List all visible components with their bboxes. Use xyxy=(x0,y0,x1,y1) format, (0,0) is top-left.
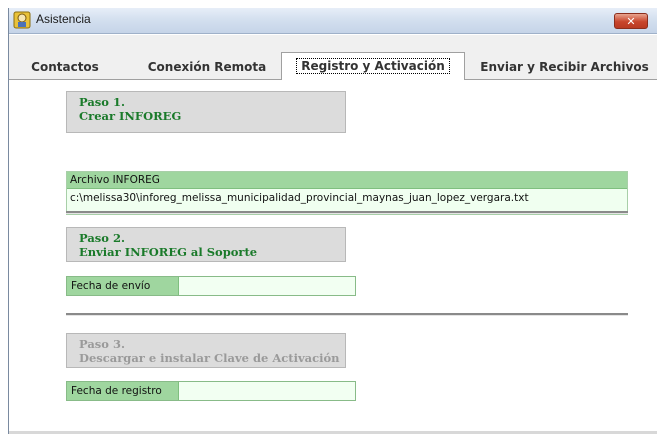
step1-title: Crear INFOREG xyxy=(79,109,182,123)
fecha-envio-field: Fecha de envío xyxy=(66,276,356,296)
step3-button[interactable]: Paso 3. Descargar e instalar Clave de Ac… xyxy=(66,333,346,368)
tab-enviar-recibir-archivos[interactable]: Enviar y Recibir Archivos xyxy=(471,55,657,79)
divider xyxy=(66,211,628,214)
inforeg-file-box: Archivo INFOREG c:\melissa30\inforeg_mel… xyxy=(66,171,628,215)
assistance-window: Asistencia ✕ Contactos Conexión Remota R… xyxy=(8,8,657,434)
fecha-registro-field: Fecha de registro xyxy=(66,381,356,401)
divider xyxy=(66,313,628,316)
fecha-envio-label: Fecha de envío xyxy=(67,277,179,295)
fecha-registro-input[interactable] xyxy=(179,382,355,400)
inforeg-file-label: Archivo INFOREG xyxy=(67,172,627,189)
tab-label: Contactos xyxy=(31,60,99,74)
tab-contactos[interactable]: Contactos xyxy=(9,55,121,79)
step2-title: Enviar INFOREG al Soporte xyxy=(79,245,258,259)
app-icon xyxy=(13,11,31,29)
tab-label: Registro y Activación xyxy=(296,58,450,74)
close-icon: ✕ xyxy=(626,15,636,28)
tab-label: Enviar y Recibir Archivos xyxy=(480,60,649,74)
title-bar[interactable]: Asistencia ✕ xyxy=(9,8,657,34)
tab-registro-activacion[interactable]: Registro y Activación xyxy=(281,52,465,80)
inforeg-file-path[interactable]: c:\melissa30\inforeg_melissa_municipalid… xyxy=(67,189,627,205)
step2-button[interactable]: Paso 2. Enviar INFOREG al Soporte xyxy=(66,227,346,262)
step1-button[interactable]: Paso 1. Crear INFOREG xyxy=(66,91,346,133)
step1-number: Paso 1. xyxy=(79,95,125,109)
fecha-envio-input[interactable] xyxy=(179,277,355,295)
step3-number: Paso 3. xyxy=(79,337,125,351)
window-title: Asistencia xyxy=(36,12,91,26)
fecha-registro-label: Fecha de registro xyxy=(67,382,179,400)
tab-label: Conexión Remota xyxy=(147,60,267,74)
close-button[interactable]: ✕ xyxy=(614,13,648,29)
tab-conexion-remota[interactable]: Conexión Remota xyxy=(127,55,287,79)
step3-title: Descargar e instalar Clave de Activación xyxy=(79,351,340,365)
step2-number: Paso 2. xyxy=(79,231,125,245)
